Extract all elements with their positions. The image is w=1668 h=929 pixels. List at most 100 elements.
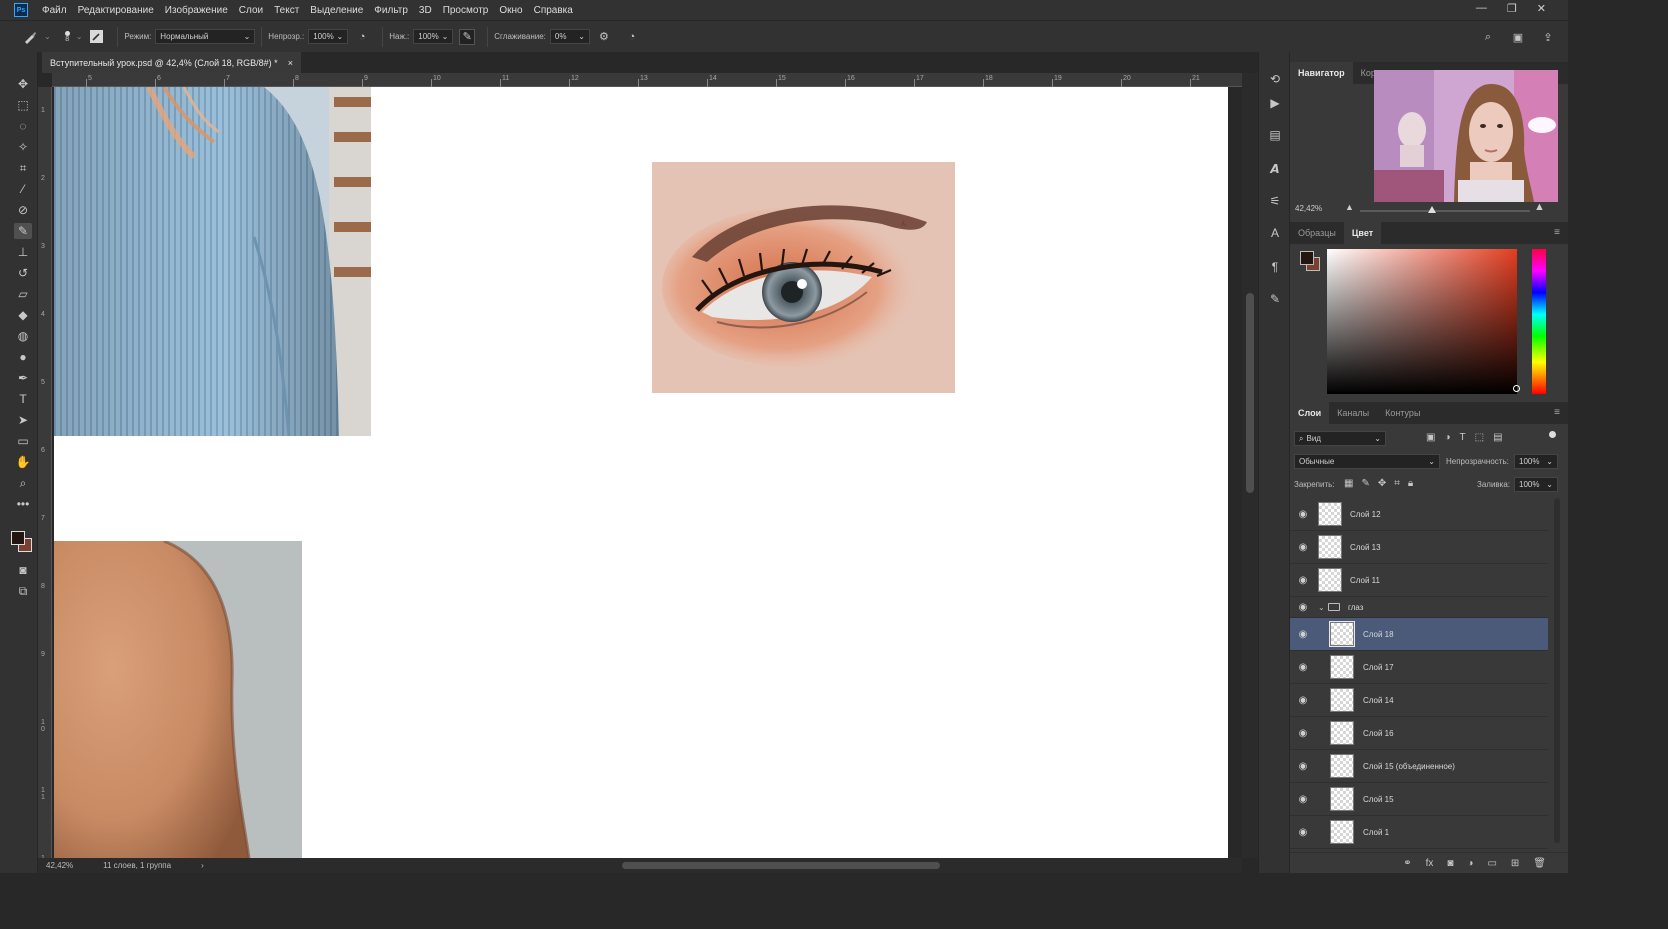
paint-bucket-tool-icon[interactable]: ◆ [14,307,32,323]
paragraph-icon[interactable]: ¶ [1266,258,1284,276]
foreground-color-swatch[interactable] [11,531,25,545]
blur-tool-icon[interactable]: ◍ [14,328,32,344]
visibility-eye-icon[interactable]: ◉ [1298,575,1308,586]
zoom-tool-icon[interactable]: ⌕ [14,475,32,491]
character-icon[interactable]: A [1266,224,1284,242]
brush-settings-panel-icon[interactable]: ✎ [1266,290,1284,308]
healing-brush-tool-icon[interactable]: ⊘ [14,202,32,218]
shape-filter-icon[interactable]: ⬚ [1475,432,1484,443]
properties-icon[interactable]: ▤ [1266,126,1284,144]
menu-edit[interactable]: Редактирование [78,5,154,16]
layer-row[interactable]: ◉ Слой 13 [1290,531,1548,564]
tab-channels[interactable]: Каналы [1329,402,1377,424]
new-adjustment-icon[interactable]: ◑ [1467,858,1473,869]
layer-row[interactable]: ◉ Слой 15 [1290,783,1548,816]
new-group-icon[interactable]: ▭ [1487,858,1496,869]
zoom-out-icon[interactable]: ▲ [1345,202,1354,212]
layer-row[interactable]: ◉ Слой 1 [1290,816,1548,849]
menu-type[interactable]: Текст [274,5,299,16]
eraser-tool-icon[interactable]: ▱ [14,286,32,302]
tab-color[interactable]: Цвет [1343,222,1382,244]
workspace-icon[interactable]: ▣ [1510,29,1526,45]
tab-swatches[interactable]: Образцы [1290,222,1344,244]
vertical-scroll-thumb[interactable] [1246,293,1254,493]
glyphs-icon[interactable]: 𝘼 [1266,160,1284,178]
menu-3d[interactable]: 3D [419,5,432,16]
visibility-eye-icon[interactable]: ◉ [1298,542,1308,553]
lock-image-icon[interactable]: ✎ [1361,478,1369,489]
tab-navigator[interactable]: Навигатор [1290,62,1353,84]
magic-wand-tool-icon[interactable]: ✧ [14,139,32,155]
smoothing-input[interactable]: 0% ⌄ [549,29,590,44]
visibility-eye-icon[interactable]: ◉ [1298,602,1308,613]
marquee-tool-icon[interactable]: ⬚ [14,97,32,113]
lock-all-icon[interactable]: 🔒︎ [1408,478,1413,489]
share-icon[interactable]: ⇪ [1540,29,1556,45]
visibility-eye-icon[interactable]: ◉ [1298,827,1308,838]
visibility-eye-icon[interactable]: ◉ [1298,662,1308,673]
layer-row[interactable]: ◉ Слой 12 [1290,498,1548,531]
vertical-scrollbar[interactable] [1242,73,1258,858]
lasso-tool-icon[interactable]: ◌ [14,118,32,134]
link-layers-icon[interactable]: ⚭ [1403,858,1411,869]
layer-row[interactable]: ◉ Слой 16 [1290,717,1548,750]
type-filter-icon[interactable]: T [1460,432,1466,443]
color-foreground-swatch[interactable] [1300,251,1314,265]
play-actions-icon[interactable]: ▶ [1266,94,1284,112]
color-picker-cursor[interactable] [1513,385,1520,392]
filter-toggle-icon[interactable] [1549,431,1556,438]
blend-mode-select[interactable]: Обычные ⌄ [1294,454,1440,469]
quick-mask-icon[interactable]: ◙ [14,562,32,578]
clone-stamp-tool-icon[interactable]: ⊥ [14,244,32,260]
status-arrow-icon[interactable]: › [201,861,204,870]
crop-tool-icon[interactable]: ⌗ [14,160,32,176]
mode-select[interactable]: Нормальный ⌄ [155,29,256,44]
chevron-down-icon[interactable]: ⌄ [1318,603,1325,612]
menu-filter[interactable]: Фильтр [374,5,408,16]
move-tool-icon[interactable]: ✥ [14,76,32,92]
layer-group-row[interactable]: ◉ ⌄ глаз [1290,597,1548,618]
document-tab[interactable]: Вступительный урок.psd @ 42,4% (Слой 18,… [42,52,301,73]
layer-row[interactable]: ◉ Слой 11 [1290,564,1548,597]
pressure-input[interactable]: 100% ⌄ [413,29,454,44]
brush-tool-icon[interactable]: ✎ [14,223,32,239]
opacity-input[interactable]: 100% ⌄ [308,29,349,44]
search-icon[interactable]: ⌕ [1480,29,1496,45]
lock-position-icon[interactable]: ✥ [1378,478,1386,489]
smart-object-filter-icon[interactable]: ▤ [1493,432,1502,443]
add-mask-icon[interactable]: ◙ [1447,858,1453,869]
zoom-in-icon[interactable]: ▲ [1534,201,1545,213]
menu-file[interactable]: Файл [42,5,67,16]
horizontal-scroll-thumb[interactable] [622,862,940,869]
restore-button[interactable]: ❐ [1507,2,1517,15]
tab-paths[interactable]: Контуры [1377,402,1428,424]
trash-icon[interactable]: 🗑︎ [1533,858,1546,869]
layers-scrollbar[interactable] [1554,498,1560,843]
eyedropper-tool-icon[interactable]: ⁄ [14,181,32,197]
artboard[interactable] [54,87,1228,858]
visibility-eye-icon[interactable]: ◉ [1298,509,1308,520]
lock-artboard-icon[interactable]: ⌗ [1394,478,1400,489]
menu-layers[interactable]: Слои [239,5,263,16]
visibility-eye-icon[interactable]: ◉ [1298,695,1308,706]
layer-row[interactable]: ◉ Слой 18 [1290,618,1548,651]
navigator-zoom[interactable]: 42,42% [1295,204,1322,213]
hue-slider[interactable] [1532,249,1546,394]
brush-size-picker[interactable]: 8 [64,30,70,43]
pen-tool-icon[interactable]: ✒ [14,370,32,386]
status-zoom[interactable]: 42,42% [46,861,73,870]
menu-image[interactable]: Изображение [165,5,228,16]
visibility-eye-icon[interactable]: ◉ [1298,794,1308,805]
more-tools-icon[interactable]: ••• [14,496,32,512]
layer-opacity-input[interactable]: 100% ⌄ [1514,454,1558,469]
panel-menu-icon[interactable]: ≡ [1554,227,1560,238]
hand-tool-icon[interactable]: ✋ [14,454,32,470]
pixel-filter-icon[interactable]: ▣ [1426,432,1435,443]
layer-row[interactable]: ◉ Слой 15 (объединенное) [1290,750,1548,783]
layer-filter-select[interactable]: ⌕ Вид ⌄ [1294,431,1386,446]
tab-layers[interactable]: Слои [1290,402,1330,424]
pressure-size-icon[interactable]: ◔ [624,29,640,45]
menu-window[interactable]: Окно [499,5,522,16]
path-selection-tool-icon[interactable]: ➤ [14,412,32,428]
minimize-button[interactable]: — [1476,2,1487,15]
